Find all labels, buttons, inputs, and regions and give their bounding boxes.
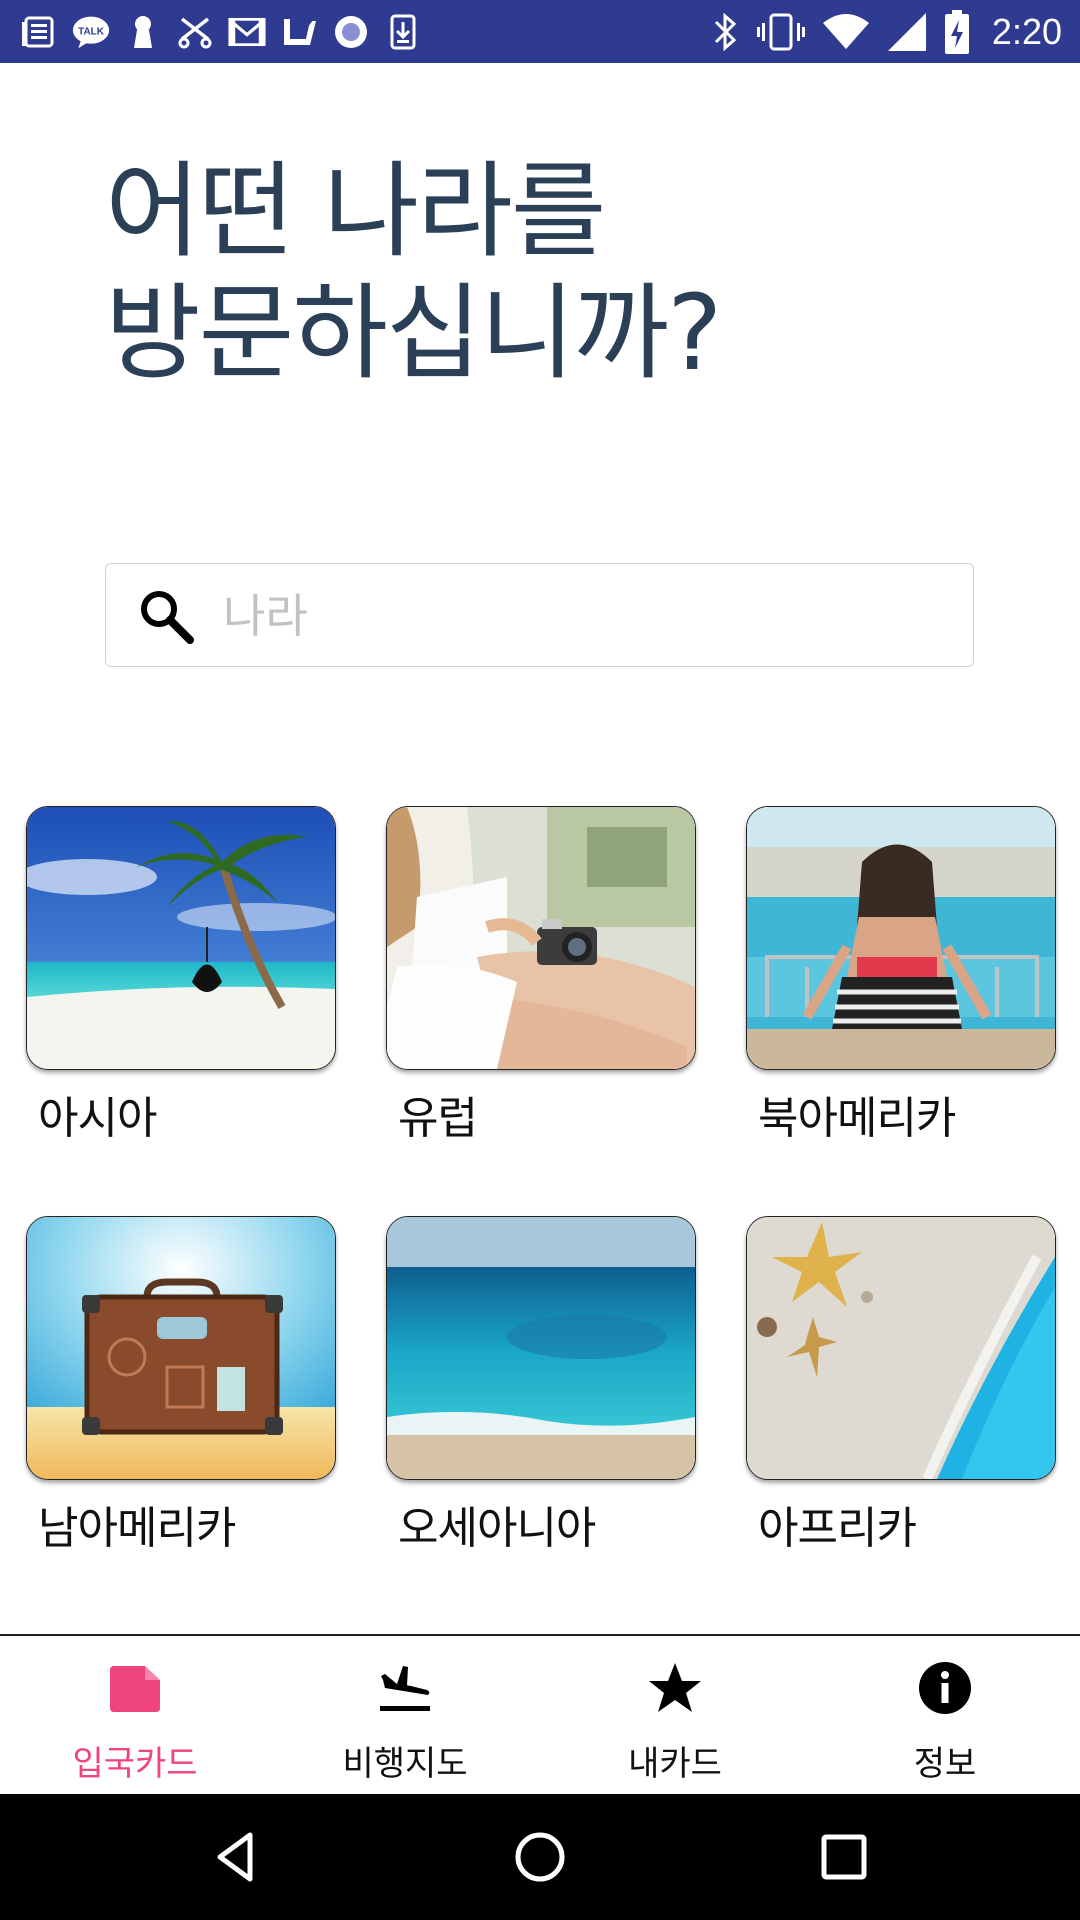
star-icon <box>649 1663 701 1712</box>
region-image-north-america[interactable] <box>746 806 1056 1070</box>
home-icon[interactable] <box>510 1827 570 1887</box>
notification-icons: TALK <box>20 0 422 63</box>
vibrate-icon <box>756 13 805 50</box>
keyhole-icon <box>124 13 162 51</box>
region-image-africa[interactable] <box>746 1216 1056 1480</box>
nav-label-flight-map: 비행지도 <box>342 1744 468 1784</box>
recents-icon[interactable] <box>814 1827 874 1887</box>
region-label-africa: 아프리카 <box>758 1503 917 1554</box>
scissors-icon <box>176 13 214 51</box>
bluetooth-icon <box>714 12 737 51</box>
page-title-line-2: 방문하십니까? <box>105 272 722 394</box>
nav-label-info: 정보 <box>913 1744 977 1784</box>
nav-label-my-cards: 내카드 <box>628 1744 722 1784</box>
nav-flight-map[interactable]: 비행지도 <box>270 1636 540 1796</box>
wifi-icon <box>822 13 869 49</box>
region-image-south-america[interactable] <box>26 1216 336 1480</box>
region-label-europe: 유럽 <box>398 1093 478 1144</box>
nav-my-cards[interactable]: 내카드 <box>540 1636 810 1796</box>
region-image-oceania[interactable] <box>386 1216 696 1480</box>
nav-info[interactable]: 정보 <box>810 1636 1080 1796</box>
check-icon <box>280 13 318 51</box>
region-image-asia[interactable] <box>26 806 336 1070</box>
gmail-icon <box>228 13 266 51</box>
region-image-europe[interactable] <box>386 806 696 1070</box>
plane-landing-icon <box>380 1666 430 1711</box>
info-icon <box>919 1662 971 1714</box>
page-title-line-1: 어떤 나라를 <box>105 150 606 272</box>
region-label-south-america: 남아메리카 <box>38 1503 236 1554</box>
circle-icon <box>332 13 370 51</box>
back-icon[interactable] <box>206 1827 266 1887</box>
clock: 2:20 <box>991 10 1062 52</box>
region-label-oceania: 오세아니아 <box>398 1503 596 1554</box>
search-icon <box>141 591 194 644</box>
region-label-asia: 아시아 <box>38 1093 157 1144</box>
system-status-icons: 2:20 <box>710 0 1062 63</box>
download-icon <box>384 13 422 51</box>
nav-entry-card[interactable]: 입국카드 <box>0 1636 270 1796</box>
status-bar: TALK 2:20 <box>0 0 1080 63</box>
search-input[interactable] <box>221 580 945 652</box>
system-navigation-bar <box>0 1794 1080 1920</box>
talk-icon: TALK <box>72 13 110 51</box>
battery-charging-icon <box>944 9 969 54</box>
search-box[interactable] <box>105 563 974 667</box>
nav-label-entry-card: 입국카드 <box>72 1744 198 1784</box>
region-label-north-america: 북아메리카 <box>758 1093 956 1144</box>
signal-icon <box>887 12 926 51</box>
news-icon <box>20 13 58 51</box>
page-title: 어떤 나라를 방문하십니까? <box>105 150 1005 394</box>
talk-badge: TALK <box>78 26 105 37</box>
bottom-navigation: 입국카드 비행지도 내카드 정보 <box>0 1634 1080 1796</box>
card-icon <box>110 1666 160 1712</box>
